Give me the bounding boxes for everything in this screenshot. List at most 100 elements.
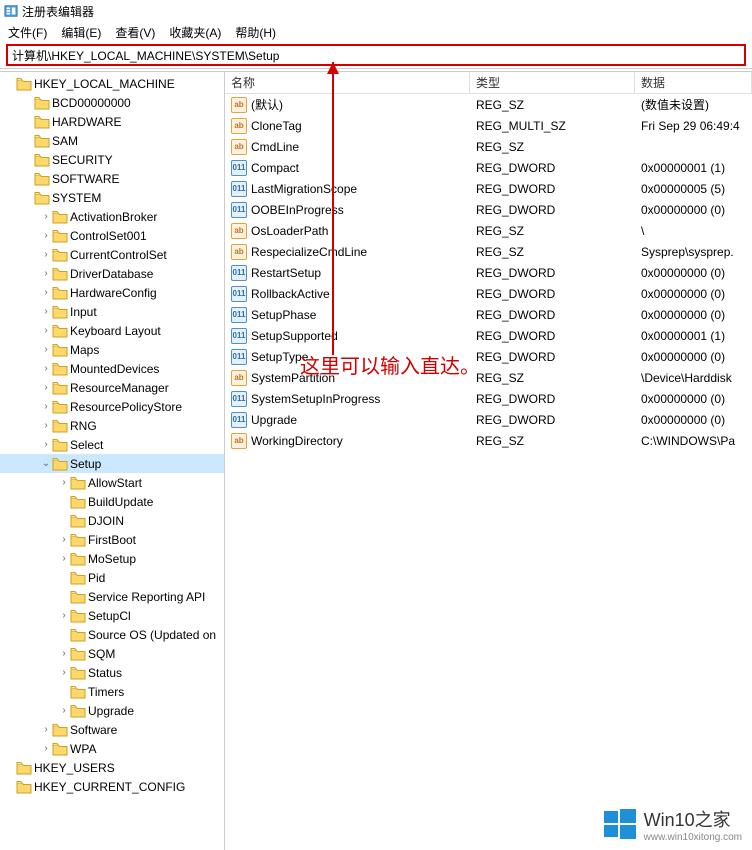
value-row[interactable]: abCmdLineREG_SZ bbox=[225, 136, 752, 157]
tree-item[interactable]: ›Source OS (Updated on bbox=[0, 625, 224, 644]
value-row[interactable]: 011RollbackActiveREG_DWORD0x00000000 (0) bbox=[225, 283, 752, 304]
tree-item[interactable]: ›ResourcePolicyStore bbox=[0, 397, 224, 416]
string-value-icon: ab bbox=[231, 139, 247, 155]
col-header-data[interactable]: 数据 bbox=[635, 72, 752, 93]
tree-item[interactable]: ›Input bbox=[0, 302, 224, 321]
menu-edit[interactable]: 编辑(E) bbox=[61, 24, 101, 41]
tree-item[interactable]: ›HKEY_USERS bbox=[0, 758, 224, 777]
menu-file[interactable]: 文件(F) bbox=[8, 24, 47, 41]
value-row[interactable]: abOsLoaderPathREG_SZ\ bbox=[225, 220, 752, 241]
value-row[interactable]: abRespecializeCmdLineREG_SZSysprep\syspr… bbox=[225, 241, 752, 262]
tree-item[interactable]: ›SOFTWARE bbox=[0, 169, 224, 188]
value-row[interactable]: 011LastMigrationScopeREG_DWORD0x00000005… bbox=[225, 178, 752, 199]
expand-icon[interactable]: › bbox=[40, 230, 52, 241]
value-row[interactable]: 011SetupTypeREG_DWORD0x00000000 (0) bbox=[225, 346, 752, 367]
expand-icon[interactable]: › bbox=[40, 249, 52, 260]
window-title: 注册表编辑器 bbox=[22, 3, 94, 20]
value-listview[interactable]: 名称 类型 数据 ab(默认)REG_SZ(数值未设置)abCloneTagRE… bbox=[225, 72, 752, 850]
value-name: RestartSetup bbox=[251, 266, 321, 280]
expand-icon[interactable]: › bbox=[58, 610, 70, 621]
expand-icon[interactable]: › bbox=[40, 268, 52, 279]
menu-view[interactable]: 查看(V) bbox=[115, 24, 155, 41]
expand-icon[interactable]: › bbox=[58, 705, 70, 716]
tree-item[interactable]: ›SQM bbox=[0, 644, 224, 663]
menu-help[interactable]: 帮助(H) bbox=[235, 24, 276, 41]
folder-icon bbox=[52, 362, 68, 376]
expand-icon[interactable]: › bbox=[40, 325, 52, 336]
tree-item[interactable]: ›SECURITY bbox=[0, 150, 224, 169]
tree-item[interactable]: ›HKEY_LOCAL_MACHINE bbox=[0, 74, 224, 93]
tree-item[interactable]: ›Select bbox=[0, 435, 224, 454]
tree-item[interactable]: ›Status bbox=[0, 663, 224, 682]
folder-icon bbox=[52, 324, 68, 338]
expand-icon[interactable]: › bbox=[40, 344, 52, 355]
value-row[interactable]: 011OOBEInProgressREG_DWORD0x00000000 (0) bbox=[225, 199, 752, 220]
value-row[interactable]: 011SetupPhaseREG_DWORD0x00000000 (0) bbox=[225, 304, 752, 325]
folder-icon bbox=[52, 305, 68, 319]
value-type: REG_SZ bbox=[470, 245, 635, 259]
binary-value-icon: 011 bbox=[231, 265, 247, 281]
expand-icon[interactable]: › bbox=[58, 477, 70, 488]
tree-item[interactable]: ›CurrentControlSet bbox=[0, 245, 224, 264]
value-row[interactable]: abCloneTagREG_MULTI_SZFri Sep 29 06:49:4 bbox=[225, 115, 752, 136]
tree-item[interactable]: ›ControlSet001 bbox=[0, 226, 224, 245]
value-row[interactable]: 011SetupSupportedREG_DWORD0x00000001 (1) bbox=[225, 325, 752, 346]
expand-icon[interactable]: › bbox=[58, 648, 70, 659]
tree-item[interactable]: ›BCD00000000 bbox=[0, 93, 224, 112]
tree-item[interactable]: ›HARDWARE bbox=[0, 112, 224, 131]
tree-item[interactable]: ›HKEY_CURRENT_CONFIG bbox=[0, 777, 224, 796]
tree-item[interactable]: ›DJOIN bbox=[0, 511, 224, 530]
tree-item[interactable]: ›Timers bbox=[0, 682, 224, 701]
tree-item[interactable]: ›HardwareConfig bbox=[0, 283, 224, 302]
address-bar[interactable]: 计算机\HKEY_LOCAL_MACHINE\SYSTEM\Setup bbox=[6, 44, 746, 66]
col-header-name[interactable]: 名称 bbox=[225, 72, 470, 93]
tree-item[interactable]: ›Upgrade bbox=[0, 701, 224, 720]
tree-item[interactable]: ›RNG bbox=[0, 416, 224, 435]
expand-icon[interactable]: › bbox=[40, 439, 52, 450]
tree-item[interactable]: ›AllowStart bbox=[0, 473, 224, 492]
tree-item[interactable]: ›Pid bbox=[0, 568, 224, 587]
tree-item[interactable]: ›Service Reporting API bbox=[0, 587, 224, 606]
tree-item[interactable]: ›SAM bbox=[0, 131, 224, 150]
col-header-type[interactable]: 类型 bbox=[470, 72, 635, 93]
expand-icon[interactable]: › bbox=[40, 401, 52, 412]
tree-item[interactable]: ›MoSetup bbox=[0, 549, 224, 568]
expand-icon[interactable]: › bbox=[58, 667, 70, 678]
value-row[interactable]: 011RestartSetupREG_DWORD0x00000000 (0) bbox=[225, 262, 752, 283]
expand-icon[interactable]: › bbox=[58, 534, 70, 545]
expand-icon[interactable]: › bbox=[40, 287, 52, 298]
expand-icon[interactable]: › bbox=[40, 211, 52, 222]
expand-icon[interactable]: › bbox=[40, 363, 52, 374]
tree-item[interactable]: ›SYSTEM bbox=[0, 188, 224, 207]
expand-icon[interactable]: › bbox=[40, 743, 52, 754]
value-row[interactable]: ab(默认)REG_SZ(数值未设置) bbox=[225, 94, 752, 115]
value-row[interactable]: 011UpgradeREG_DWORD0x00000000 (0) bbox=[225, 409, 752, 430]
tree-item[interactable]: ›ResourceManager bbox=[0, 378, 224, 397]
menu-favorites[interactable]: 收藏夹(A) bbox=[169, 24, 221, 41]
value-row[interactable]: 011CompactREG_DWORD0x00000001 (1) bbox=[225, 157, 752, 178]
value-row[interactable]: 011SystemSetupInProgressREG_DWORD0x00000… bbox=[225, 388, 752, 409]
win10-logo-icon bbox=[602, 807, 638, 843]
expand-icon[interactable]: › bbox=[58, 553, 70, 564]
registry-tree[interactable]: ›HKEY_LOCAL_MACHINE›BCD00000000›HARDWARE… bbox=[0, 72, 225, 850]
tree-item[interactable]: ›Keyboard Layout bbox=[0, 321, 224, 340]
collapse-icon[interactable]: ⌄ bbox=[40, 458, 52, 469]
tree-item[interactable]: ›MountedDevices bbox=[0, 359, 224, 378]
expand-icon[interactable]: › bbox=[40, 306, 52, 317]
expand-icon[interactable]: › bbox=[40, 420, 52, 431]
tree-item[interactable]: ›WPA bbox=[0, 739, 224, 758]
tree-item[interactable]: ›DriverDatabase bbox=[0, 264, 224, 283]
value-row[interactable]: abWorkingDirectoryREG_SZC:\WINDOWS\Pa bbox=[225, 430, 752, 451]
tree-item[interactable]: ›SetupCl bbox=[0, 606, 224, 625]
tree-item[interactable]: ›ActivationBroker bbox=[0, 207, 224, 226]
folder-icon bbox=[70, 533, 86, 547]
tree-item[interactable]: ⌄Setup bbox=[0, 454, 224, 473]
binary-value-icon: 011 bbox=[231, 307, 247, 323]
value-row[interactable]: abSystemPartitionREG_SZ\Device\Harddisk bbox=[225, 367, 752, 388]
expand-icon[interactable]: › bbox=[40, 382, 52, 393]
tree-item[interactable]: ›Maps bbox=[0, 340, 224, 359]
tree-item[interactable]: ›BuildUpdate bbox=[0, 492, 224, 511]
expand-icon[interactable]: › bbox=[40, 724, 52, 735]
tree-item[interactable]: ›FirstBoot bbox=[0, 530, 224, 549]
tree-item[interactable]: ›Software bbox=[0, 720, 224, 739]
